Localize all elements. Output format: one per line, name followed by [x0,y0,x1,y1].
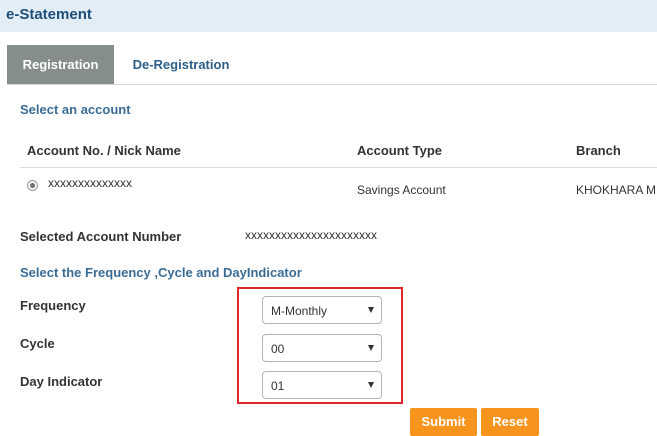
frequency-select-value: M-Monthly [271,304,328,318]
submit-button[interactable]: Submit [410,408,477,436]
page-header: e-Statement [0,0,657,32]
account-radio-button[interactable] [27,180,38,191]
tab-de-registration[interactable]: De-Registration [118,45,244,84]
chevron-down-icon [368,345,374,351]
day-indicator-label: Day Indicator [20,374,103,389]
day-indicator-select-value: 01 [271,379,285,393]
account-number-cell: xxxxxxxxxxxxxx [48,176,132,190]
day-indicator-select[interactable]: 01 [262,371,382,399]
selected-account-value: xxxxxxxxxxxxxxxxxxxxxx [245,228,377,242]
reset-button[interactable]: Reset [481,408,539,436]
table-header-divider [20,167,657,168]
frequency-label: Frequency [20,298,86,313]
cycle-label: Cycle [20,336,55,351]
selected-account-label: Selected Account Number [20,229,182,244]
chevron-down-icon [368,382,374,388]
frequency-select[interactable]: M-Monthly [262,296,382,324]
tabs-divider [7,84,657,85]
cycle-select-value: 00 [271,342,285,356]
account-type-cell: Savings Account [357,183,446,197]
column-header-account-type: Account Type [357,143,442,158]
frequency-section-heading: Select the Frequency ,Cycle and DayIndic… [20,265,302,280]
column-header-account: Account No. / Nick Name [27,143,181,158]
column-header-branch: Branch [576,143,621,158]
tab-registration[interactable]: Registration [7,45,114,84]
page-title: e-Statement [6,6,92,23]
chevron-down-icon [368,307,374,313]
select-account-heading: Select an account [20,102,131,117]
cycle-select[interactable]: 00 [262,334,382,362]
branch-cell: KHOKHARA M [576,183,657,197]
